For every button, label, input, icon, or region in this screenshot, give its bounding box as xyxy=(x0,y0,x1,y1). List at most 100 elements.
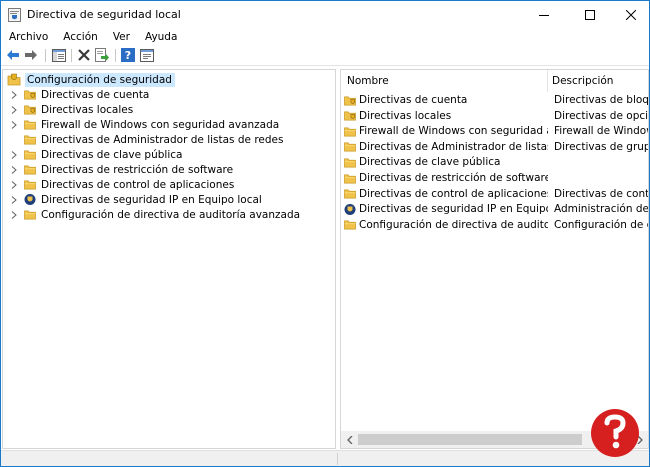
maximize-icon xyxy=(585,10,595,20)
tree-expander[interactable] xyxy=(9,177,19,192)
tree-item-label: Directivas de seguridad IP en Equipo loc… xyxy=(41,193,262,206)
list-item[interactable]: Directivas de restricción de software xyxy=(343,170,648,186)
tree-item[interactable]: Configuración de directiva de auditoría … xyxy=(9,207,300,222)
tree-item[interactable]: Directivas de restricción de software xyxy=(9,162,233,177)
close-button[interactable] xyxy=(613,1,649,29)
list-item[interactable]: Directivas de seguridad IP en Equipo loc… xyxy=(343,201,648,217)
tree-item-label: Configuración de directiva de auditoría … xyxy=(41,208,301,221)
chevron-right-icon xyxy=(11,105,17,114)
close-icon xyxy=(626,10,636,20)
list-item-name-cell: Firewall de Windows con seguridad avanza… xyxy=(343,123,548,139)
chevron-right-icon xyxy=(11,210,17,219)
list-item-name: Directivas de seguridad IP en Equipo loc… xyxy=(359,203,548,216)
tree-item[interactable]: Directivas de Administrador de listas de… xyxy=(9,132,283,147)
toolbar-separator xyxy=(115,49,116,62)
chevron-right-icon xyxy=(11,165,17,174)
menu-ver[interactable]: Ver xyxy=(105,30,137,45)
folder-icon xyxy=(344,189,356,199)
tree-item-label: Directivas de Administrador de listas de… xyxy=(41,133,284,146)
status-divider xyxy=(337,453,338,465)
toolbar-separator xyxy=(71,49,72,62)
list-pane[interactable]: Nombre Descripción Directivas de cuenta D… xyxy=(340,69,649,449)
tree-item[interactable]: Directivas de seguridad IP en Equipo loc… xyxy=(9,192,262,207)
forward-button[interactable] xyxy=(23,47,39,63)
list-item-description: Directivas de grupo de xyxy=(554,140,648,153)
list-item-name: Directivas de cuenta xyxy=(359,94,468,106)
tree-expander xyxy=(9,132,19,147)
export-list-button[interactable] xyxy=(94,47,110,63)
delete-button[interactable] xyxy=(76,47,92,63)
list-item-name: Configuración de directiva de auditoría … xyxy=(359,218,548,231)
tree-item[interactable]: Directivas de control de aplicaciones xyxy=(9,177,234,192)
scroll-thumb[interactable] xyxy=(358,434,582,445)
list-item-name-cell: Configuración de directiva de auditoría … xyxy=(343,217,548,233)
list-item[interactable]: Directivas de control de aplicaciones Dir… xyxy=(343,186,648,202)
tree-item-label: Directivas de control de aplicaciones xyxy=(41,178,235,191)
column-divider[interactable] xyxy=(547,70,548,92)
list-item[interactable]: Directivas locales Directivas de opciones xyxy=(343,108,649,124)
tree-pane[interactable]: Configuración de seguridad Directivas de… xyxy=(2,69,336,449)
chevron-right-icon xyxy=(11,120,17,129)
list-item-description: Directivas de opciones xyxy=(554,109,649,122)
folder-icon xyxy=(344,158,356,168)
tree-expander[interactable] xyxy=(9,147,19,162)
list-item-name-cell: Directivas de control de aplicaciones xyxy=(343,186,548,202)
tree-item[interactable]: Directivas de cuenta xyxy=(9,87,149,102)
list-item-name: Directivas de Administrador de listas de… xyxy=(359,140,548,153)
show-hide-tree-icon xyxy=(52,48,66,62)
list-item-name-cell: Directivas de cuenta xyxy=(343,92,548,108)
list-item[interactable]: Directivas de clave pública xyxy=(343,154,648,170)
tree-expander[interactable] xyxy=(9,117,19,132)
scroll-left-button[interactable] xyxy=(341,431,358,448)
maximize-button[interactable] xyxy=(567,1,613,29)
properties-icon xyxy=(140,48,154,62)
title-bar[interactable]: Directiva de seguridad local xyxy=(1,1,649,29)
tree-root[interactable]: Configuración de seguridad xyxy=(7,72,175,87)
tree-expander[interactable] xyxy=(9,192,19,207)
list-item[interactable]: Firewall de Windows con seguridad avanza… xyxy=(343,123,648,139)
folder-icon xyxy=(24,150,36,160)
list-item-name: Firewall de Windows con seguridad avanza… xyxy=(359,125,548,138)
minimize-icon xyxy=(539,15,549,16)
column-header-description[interactable]: Descripción xyxy=(552,70,613,92)
list-item[interactable]: Directivas de cuenta Directivas de bloque… xyxy=(343,92,649,108)
menu-archivo[interactable]: Archivo xyxy=(1,30,55,45)
watermark-logo xyxy=(583,401,647,465)
tree-expander[interactable] xyxy=(9,162,19,177)
list-item[interactable]: Directivas de Administrador de listas de… xyxy=(343,139,648,155)
tree-item-label: Directivas de clave pública xyxy=(41,148,183,161)
list-item-name-cell: Directivas de Administrador de listas de… xyxy=(343,139,548,155)
menu-ayuda[interactable]: Ayuda xyxy=(137,30,184,45)
list-item[interactable]: Configuración de directiva de auditoría … xyxy=(343,217,648,233)
chevron-right-icon xyxy=(11,195,17,204)
tree-expander[interactable] xyxy=(9,102,19,117)
status-bar xyxy=(1,450,649,466)
ipsec-shield-icon xyxy=(344,203,356,215)
folder-icon xyxy=(24,180,36,190)
show-hide-tree-button[interactable] xyxy=(51,47,67,63)
minimize-button[interactable] xyxy=(521,1,567,29)
tree-item[interactable]: Firewall de Windows con seguridad avanza… xyxy=(9,117,279,132)
app-icon xyxy=(8,8,21,22)
tree-root-label: Configuración de seguridad xyxy=(25,72,175,87)
tree-item[interactable]: Directivas de clave pública xyxy=(9,147,182,162)
tree-item[interactable]: Directivas locales xyxy=(9,102,133,117)
tree-expander[interactable] xyxy=(9,207,19,222)
properties-button[interactable] xyxy=(139,47,155,63)
list-item-name-cell: Directivas de restricción de software xyxy=(343,170,548,186)
list-item-name: Directivas de clave pública xyxy=(359,156,501,169)
policy-folder-icon xyxy=(24,105,36,115)
chevron-right-icon xyxy=(11,180,17,189)
back-button[interactable] xyxy=(5,47,21,63)
tree-item-label: Firewall de Windows con seguridad avanza… xyxy=(41,118,280,131)
menu-accion[interactable]: Acción xyxy=(55,30,105,45)
ipsec-shield-icon xyxy=(24,194,36,205)
list-item-description: Directivas de bloqueo xyxy=(554,94,649,106)
list-item-name: Directivas de control de aplicaciones xyxy=(359,187,548,200)
tree-expander[interactable] xyxy=(9,87,19,102)
column-header-name[interactable]: Nombre xyxy=(347,70,389,92)
svg-text:?: ? xyxy=(125,49,131,62)
toolbar-separator xyxy=(45,49,46,62)
tree-item-label: Directivas de restricción de software xyxy=(41,163,234,176)
help-button[interactable]: ? xyxy=(120,47,136,63)
